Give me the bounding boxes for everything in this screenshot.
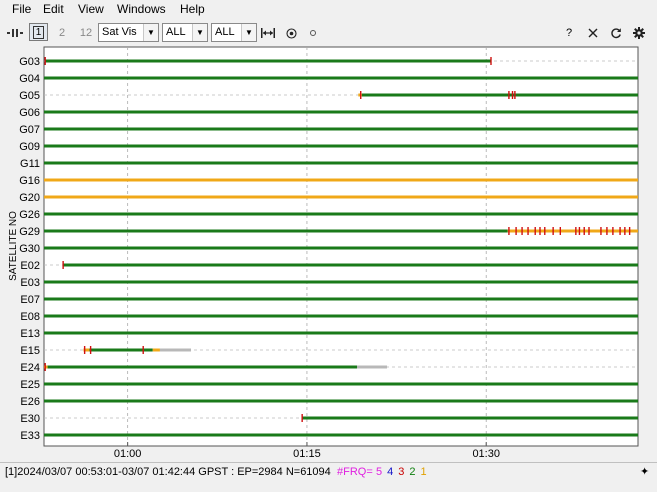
y-tick-label: G04 bbox=[19, 73, 40, 85]
origin-point-icon[interactable] bbox=[306, 25, 320, 41]
y-tick-label: E13 bbox=[20, 328, 40, 340]
frq-value: 4 bbox=[387, 466, 394, 478]
x-tick-label: 01:30 bbox=[472, 448, 500, 460]
y-tick-label: G30 bbox=[19, 243, 40, 255]
gear-icon[interactable] bbox=[632, 25, 646, 41]
chevron-down-icon: ▼ bbox=[241, 24, 256, 41]
y-tick-label: E25 bbox=[20, 379, 40, 391]
menu-file[interactable]: File bbox=[12, 2, 31, 16]
center-target-icon[interactable] bbox=[284, 25, 298, 41]
y-tick-label: E33 bbox=[20, 430, 40, 442]
y-tick-label: G29 bbox=[19, 226, 40, 238]
y-tick-label: E24 bbox=[20, 362, 40, 374]
obs-1-label: 1 bbox=[32, 25, 45, 39]
y-tick-label: G09 bbox=[19, 141, 40, 153]
y-tick-label: G11 bbox=[20, 158, 40, 170]
chevron-down-icon: ▼ bbox=[192, 24, 207, 41]
y-axis-label: SATELLITE NO bbox=[8, 211, 19, 281]
y-tick-label: E07 bbox=[20, 294, 40, 306]
menu-view[interactable]: View bbox=[78, 2, 104, 16]
menu-edit[interactable]: Edit bbox=[43, 2, 64, 16]
menu-bar: File Edit View Windows Help bbox=[0, 0, 657, 20]
y-tick-label: G05 bbox=[19, 90, 40, 102]
frq-value: 3 bbox=[398, 466, 405, 478]
y-tick-label: E15 bbox=[20, 345, 40, 357]
y-tick-label: E02 bbox=[20, 260, 40, 272]
frq-value: 5 bbox=[376, 466, 383, 478]
system-filter-select[interactable]: ALL ▼ bbox=[162, 23, 208, 42]
y-tick-label: E30 bbox=[20, 413, 40, 425]
fit-horizontal-icon[interactable] bbox=[260, 25, 276, 41]
y-tick-label: G06 bbox=[19, 107, 40, 119]
plot-type-select[interactable]: Sat Vis ▼ bbox=[98, 23, 159, 42]
help-button[interactable]: ? bbox=[562, 25, 576, 41]
y-tick-label: G26 bbox=[19, 209, 40, 221]
plot-type-value: Sat Vis bbox=[102, 26, 137, 38]
compact-view-icon[interactable] bbox=[6, 25, 24, 41]
menu-windows[interactable]: Windows bbox=[117, 2, 166, 16]
frq-values: 54321 bbox=[376, 466, 432, 478]
y-tick-label: G03 bbox=[19, 56, 40, 68]
menu-help[interactable]: Help bbox=[180, 2, 205, 16]
y-tick-label: G16 bbox=[19, 175, 40, 187]
system-filter-value: ALL bbox=[166, 26, 186, 38]
status-bar: [1]2024/03/07 00:53:01-03/07 01:42:44 GP… bbox=[0, 462, 657, 483]
plot-area: G03 G04 G05 G06 G07 G09 G11 G16 G20 G26 G29 G30 E02 E… bbox=[0, 46, 657, 460]
close-icon[interactable] bbox=[586, 25, 600, 41]
obs-12-button[interactable]: 12 bbox=[77, 25, 95, 41]
y-tick-label: E08 bbox=[20, 311, 40, 323]
y-tick-label: G07 bbox=[19, 124, 40, 136]
toolbar: 1 2 12 Sat Vis ▼ ALL ▼ ALL ▼ ? bbox=[0, 20, 657, 46]
refresh-icon[interactable] bbox=[609, 25, 623, 41]
y-tick-label: E03 bbox=[20, 277, 40, 289]
satellite-visibility-chart[interactable]: G03 G04 G05 G06 G07 G09 G11 G16 G20 G26 G29 G30 E02 E… bbox=[0, 46, 657, 460]
obs-1-button[interactable]: 1 bbox=[29, 23, 48, 41]
x-tick-label: 01:00 bbox=[114, 448, 142, 460]
signal-filter-value: ALL bbox=[215, 26, 235, 38]
signal-filter-select[interactable]: ALL ▼ bbox=[211, 23, 257, 42]
x-tick-label: 01:15 bbox=[293, 448, 321, 460]
chevron-down-icon: ▼ bbox=[143, 24, 158, 41]
obs-2-button[interactable]: 2 bbox=[55, 25, 69, 41]
frq-value: 2 bbox=[409, 466, 416, 478]
y-tick-label: E26 bbox=[20, 396, 40, 408]
y-tick-label: G20 bbox=[19, 192, 40, 204]
frq-value: 1 bbox=[420, 466, 427, 478]
resize-grip-icon[interactable]: ✦ bbox=[640, 465, 649, 478]
frq-label: #FRQ= bbox=[337, 466, 373, 478]
status-info: [1]2024/03/07 00:53:01-03/07 01:42:44 GP… bbox=[5, 466, 331, 478]
